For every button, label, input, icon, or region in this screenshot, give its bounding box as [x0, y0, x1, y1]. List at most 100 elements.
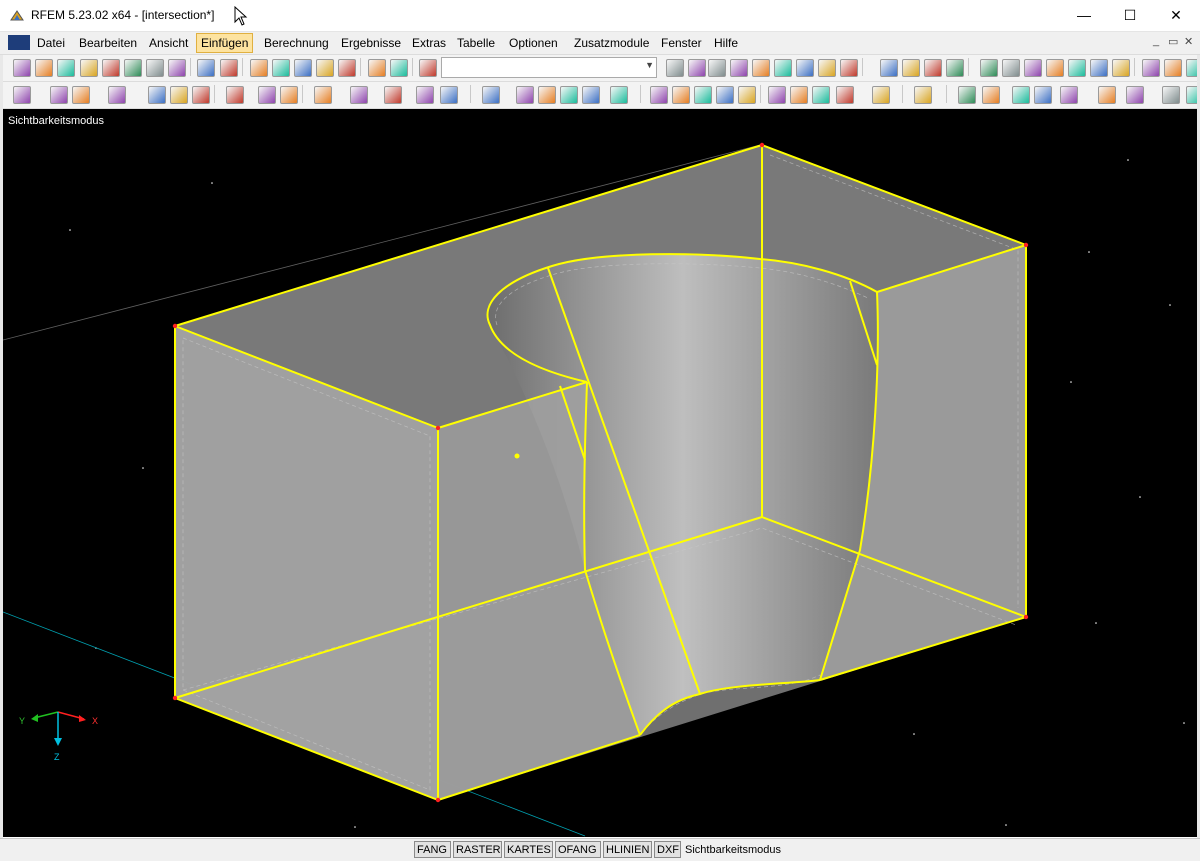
- menu-hilfe[interactable]: Hilfe: [710, 35, 742, 51]
- standard-tool-icon-35[interactable]: [946, 59, 964, 77]
- status-ofang-button[interactable]: OFANG: [555, 841, 601, 858]
- standard-tool-icon-4[interactable]: [102, 59, 120, 77]
- model-tool-icon-41[interactable]: [1012, 86, 1030, 104]
- standard-tool-icon-18[interactable]: [368, 59, 386, 77]
- standard-tool-icon-41[interactable]: [1068, 59, 1086, 77]
- status-hlinien-button[interactable]: HLINIEN: [603, 841, 652, 858]
- model-tool-icon-43[interactable]: [1060, 86, 1078, 104]
- model-tool-icon-44[interactable]: [1098, 86, 1116, 104]
- menu-bearbeiten[interactable]: Bearbeiten: [75, 35, 141, 51]
- model-tool-icon-42[interactable]: [1034, 86, 1052, 104]
- standard-tool-icon-39[interactable]: [1024, 59, 1042, 77]
- standard-tool-icon-5[interactable]: [124, 59, 142, 77]
- maximize-button[interactable]: ☐: [1107, 0, 1153, 31]
- mdi-restore-button[interactable]: ▭: [1168, 35, 1178, 48]
- standard-tool-icon-22[interactable]: [666, 59, 684, 77]
- status-dxf-button[interactable]: DXF: [654, 841, 681, 858]
- standard-tool-icon-45[interactable]: [1142, 59, 1160, 77]
- status-raster-button[interactable]: RASTER: [453, 841, 502, 858]
- close-button[interactable]: ✕: [1153, 0, 1199, 31]
- model-tool-icon-27[interactable]: [694, 86, 712, 104]
- standard-tool-icon-30[interactable]: [840, 59, 858, 77]
- model-tool-icon-23[interactable]: [610, 86, 628, 104]
- toolbar-combo-box[interactable]: ▼: [441, 57, 657, 78]
- model-tool-icon-20[interactable]: [538, 86, 556, 104]
- model-tool-icon-13[interactable]: [350, 86, 368, 104]
- menu-tabelle[interactable]: Tabelle: [453, 35, 499, 51]
- standard-tool-icon-23[interactable]: [688, 59, 706, 77]
- status-kartes-button[interactable]: KARTES: [504, 841, 553, 858]
- selection-point[interactable]: [514, 453, 520, 459]
- standard-tool-icon-6[interactable]: [146, 59, 164, 77]
- standard-tool-icon-28[interactable]: [796, 59, 814, 77]
- model-3d-view[interactable]: [3, 109, 1197, 837]
- standard-tool-icon-1[interactable]: [35, 59, 53, 77]
- standard-tool-icon-12[interactable]: [250, 59, 268, 77]
- model-tool-icon-21[interactable]: [560, 86, 578, 104]
- model-tool-icon-19[interactable]: [516, 86, 534, 104]
- model-tool-icon-8[interactable]: [226, 86, 244, 104]
- menu-einfuegen[interactable]: Einfügen: [196, 33, 254, 53]
- standard-tool-icon-26[interactable]: [752, 59, 770, 77]
- standard-tool-icon-34[interactable]: [924, 59, 942, 77]
- model-tool-icon-16[interactable]: [440, 86, 458, 104]
- model-tool-icon-2[interactable]: [72, 86, 90, 104]
- mdi-minimize-button[interactable]: _: [1153, 35, 1159, 47]
- standard-tool-icon-9[interactable]: [197, 59, 215, 77]
- standard-tool-icon-0[interactable]: [13, 59, 31, 77]
- solid-body[interactable]: [175, 145, 1026, 800]
- model-tool-icon-26[interactable]: [672, 86, 690, 104]
- model-tool-icon-34[interactable]: [836, 86, 854, 104]
- menu-ansicht[interactable]: Ansicht: [145, 35, 192, 51]
- model-tool-icon-0[interactable]: [13, 86, 31, 104]
- model-tool-icon-3[interactable]: [108, 86, 126, 104]
- standard-tool-icon-46[interactable]: [1164, 59, 1182, 77]
- menu-berechnung[interactable]: Berechnung: [260, 35, 333, 51]
- standard-tool-icon-29[interactable]: [818, 59, 836, 77]
- model-tool-icon-25[interactable]: [650, 86, 668, 104]
- model-viewport[interactable]: Sichtbarkeitsmodus X Y Z: [3, 109, 1197, 837]
- model-tool-icon-45[interactable]: [1126, 86, 1144, 104]
- standard-tool-icon-13[interactable]: [272, 59, 290, 77]
- standard-tool-icon-37[interactable]: [980, 59, 998, 77]
- menu-datei[interactable]: Datei: [33, 35, 69, 51]
- standard-tool-icon-40[interactable]: [1046, 59, 1064, 77]
- model-tool-icon-5[interactable]: [170, 86, 188, 104]
- model-tool-icon-12[interactable]: [314, 86, 332, 104]
- model-tool-icon-22[interactable]: [582, 86, 600, 104]
- model-tool-icon-31[interactable]: [768, 86, 786, 104]
- standard-tool-icon-27[interactable]: [774, 59, 792, 77]
- standard-tool-icon-42[interactable]: [1090, 59, 1108, 77]
- menu-extras[interactable]: Extras: [408, 35, 450, 51]
- standard-tool-icon-16[interactable]: [338, 59, 356, 77]
- model-tool-icon-40[interactable]: [982, 86, 1000, 104]
- standard-tool-icon-3[interactable]: [80, 59, 98, 77]
- menu-zusatzmodule[interactable]: Zusatzmodule: [570, 35, 653, 51]
- model-tool-icon-15[interactable]: [416, 86, 434, 104]
- mdi-close-button[interactable]: ✕: [1184, 35, 1193, 48]
- standard-tool-icon-19[interactable]: [390, 59, 408, 77]
- standard-tool-icon-33[interactable]: [902, 59, 920, 77]
- model-tool-icon-1[interactable]: [50, 86, 68, 104]
- standard-tool-icon-10[interactable]: [220, 59, 238, 77]
- standard-tool-icon-24[interactable]: [708, 59, 726, 77]
- standard-tool-icon-43[interactable]: [1112, 59, 1130, 77]
- model-tool-icon-39[interactable]: [958, 86, 976, 104]
- standard-tool-icon-25[interactable]: [730, 59, 748, 77]
- minimize-button[interactable]: —: [1061, 0, 1107, 31]
- model-tool-icon-32[interactable]: [790, 86, 808, 104]
- model-tool-icon-28[interactable]: [716, 86, 734, 104]
- model-tool-icon-10[interactable]: [280, 86, 298, 104]
- model-tool-icon-14[interactable]: [384, 86, 402, 104]
- model-tool-icon-4[interactable]: [148, 86, 166, 104]
- standard-tool-icon-21[interactable]: [419, 59, 437, 77]
- standard-tool-icon-7[interactable]: [168, 59, 186, 77]
- rfem-logo-icon[interactable]: [8, 35, 30, 50]
- model-tool-icon-46[interactable]: [1162, 86, 1180, 104]
- model-tool-icon-9[interactable]: [258, 86, 276, 104]
- standard-tool-icon-2[interactable]: [57, 59, 75, 77]
- menu-ergebnisse[interactable]: Ergebnisse: [337, 35, 405, 51]
- menu-fenster[interactable]: Fenster: [657, 35, 706, 51]
- standard-tool-icon-38[interactable]: [1002, 59, 1020, 77]
- model-tool-icon-18[interactable]: [482, 86, 500, 104]
